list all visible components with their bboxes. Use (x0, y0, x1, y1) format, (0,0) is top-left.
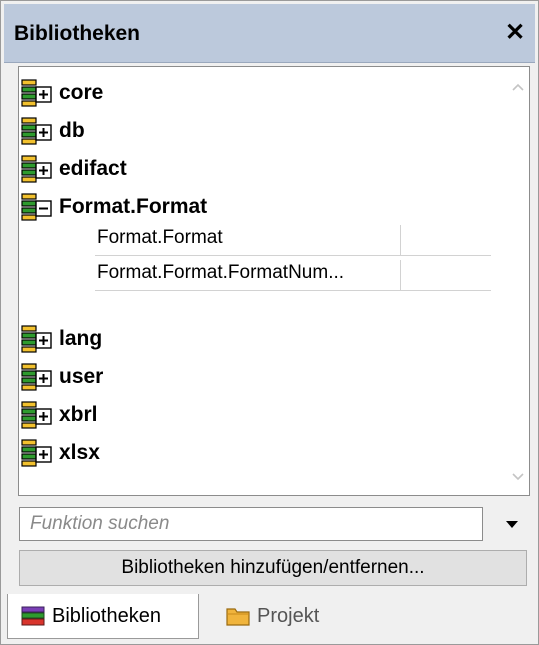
library-item-xbrl[interactable]: xbrl (21, 399, 98, 431)
function-search (19, 507, 483, 541)
library-item-user[interactable]: user (21, 361, 103, 393)
library-expand-icon[interactable] (21, 438, 53, 468)
library-expand-icon[interactable] (21, 324, 53, 354)
library-item-label: core (59, 81, 104, 104)
scroll-up-button[interactable] (507, 75, 529, 99)
column-separator (400, 260, 401, 290)
tab-project[interactable]: Projekt (213, 594, 363, 638)
library-tree-content: Format.Format Format.Format.FormatNum... … (19, 67, 507, 495)
close-button[interactable]: ✕ (501, 18, 529, 46)
library-expand-icon[interactable] (21, 154, 53, 184)
add-remove-libraries-label: Bibliotheken hinzufügen/entfernen... (121, 557, 425, 578)
library-item-label: Format.Format (59, 195, 208, 218)
library-tree[interactable]: Format.Format Format.Format.FormatNum... … (18, 66, 530, 496)
search-input[interactable] (20, 508, 482, 540)
library-expand-icon[interactable] (21, 78, 53, 108)
tab-project-label: Projekt (257, 604, 320, 627)
library-item-label: db (59, 119, 85, 142)
panel-titlebar: Bibliotheken ✕ (4, 4, 535, 63)
library-expand-icon[interactable] (21, 400, 53, 430)
scroll-down-button[interactable] (507, 465, 529, 489)
add-remove-libraries-button[interactable]: Bibliotheken hinzufügen/entfernen... (19, 550, 527, 586)
library-collapse-icon[interactable] (21, 192, 53, 222)
library-item-lang[interactable]: lang (21, 323, 102, 355)
function-row[interactable]: Format.Format (95, 221, 491, 256)
tab-libraries-label: Bibliotheken (52, 604, 161, 627)
library-item-label: edifact (59, 157, 127, 180)
library-item-core[interactable]: core (21, 77, 103, 109)
library-expand-icon[interactable] (21, 362, 53, 392)
tab-libraries[interactable]: Bibliotheken (7, 594, 199, 639)
tab-strip: Bibliotheken Projekt (1, 594, 538, 642)
library-item-db[interactable]: db (21, 115, 85, 147)
library-expand-icon[interactable] (21, 116, 53, 146)
library-item-label: user (59, 365, 104, 388)
vertical-scrollbar[interactable] (507, 67, 529, 495)
library-item-label: lang (59, 327, 103, 350)
function-name: Format.Format.FormatNum... (97, 262, 345, 283)
function-list: Format.Format Format.Format.FormatNum... (95, 221, 491, 291)
dropdown-arrow-icon (506, 521, 518, 528)
libraries-panel: Bibliotheken ✕ Format.Format Format.Forma… (0, 0, 539, 645)
chevron-down-icon (512, 473, 524, 481)
books-icon (21, 606, 45, 626)
library-item-label: xbrl (59, 403, 98, 426)
panel-title: Bibliotheken (14, 22, 141, 45)
column-separator (400, 225, 401, 255)
search-dropdown-button[interactable] (495, 507, 529, 541)
function-name: Format.Format (97, 227, 223, 248)
folder-icon (226, 608, 250, 626)
library-item-edifact[interactable]: edifact (21, 153, 127, 185)
close-icon: ✕ (504, 18, 526, 46)
library-item-format-format[interactable]: Format.Format (21, 191, 207, 223)
library-item-label: xlsx (59, 441, 100, 464)
library-item-xlsx[interactable]: xlsx (21, 437, 100, 469)
function-row[interactable]: Format.Format.FormatNum... (95, 256, 491, 291)
chevron-up-icon (512, 83, 524, 91)
